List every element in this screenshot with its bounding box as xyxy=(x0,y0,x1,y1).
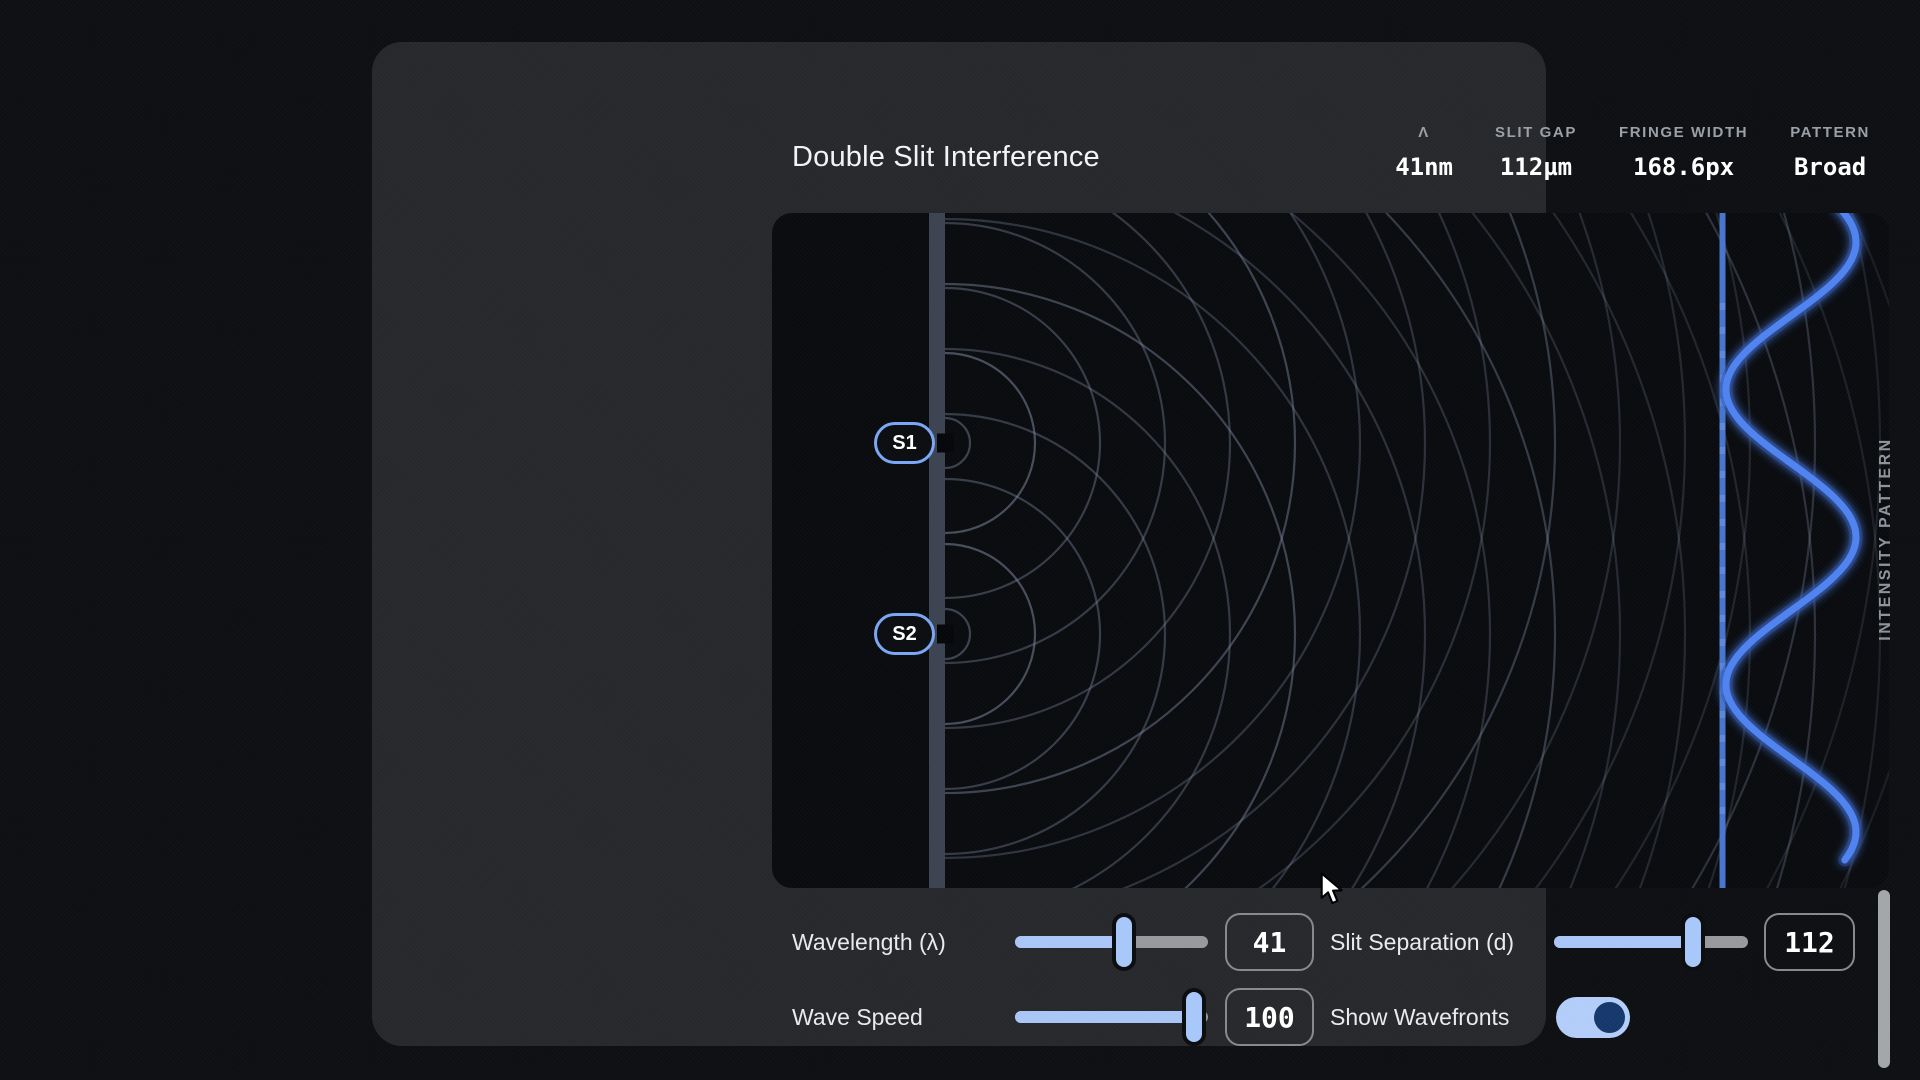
show-wavefronts-toggle-knob xyxy=(1594,1002,1625,1033)
stat-fringe-width-value: 168.6px xyxy=(1633,153,1734,181)
show-wavefronts-toggle[interactable] xyxy=(1556,997,1630,1038)
wave-speed-slider-thumb[interactable] xyxy=(1186,992,1202,1042)
stat-slit-gap-label: SLIT GAP xyxy=(1495,124,1577,141)
wavefront-circle xyxy=(772,213,1815,888)
intensity-pattern-label: INTENSITY PATTERN xyxy=(1877,437,1895,640)
stats-bar: Λ 41nm SLIT GAP 112µm FRINGE WIDTH 168.6… xyxy=(1372,124,1870,181)
wavefront-circle xyxy=(772,213,1490,888)
stat-wavelength-value: 41nm xyxy=(1395,153,1453,181)
stat-slit-gap: SLIT GAP 112µm xyxy=(1495,124,1577,181)
wavelength-slider-fill xyxy=(1015,936,1125,948)
show-wavefronts-label: Show Wavefronts xyxy=(1330,1003,1509,1031)
wavefront-circle xyxy=(772,213,1620,888)
simulation-canvas xyxy=(772,213,1889,888)
wavefront-circle xyxy=(772,213,1620,888)
wavefront-circle xyxy=(772,213,1555,888)
wavefront-circle xyxy=(772,213,1685,888)
stat-wavelength: Λ 41nm xyxy=(1395,124,1453,181)
barrier xyxy=(929,213,945,888)
stat-wavelength-label: Λ xyxy=(1418,124,1430,141)
wave-speed-slider-fill xyxy=(1015,1011,1201,1023)
wavefront-circle xyxy=(772,284,1295,888)
slit-separation-slider-track[interactable] xyxy=(1554,936,1748,948)
simulator-panel: Double Slit Interference Λ 41nm SLIT GAP… xyxy=(372,42,1546,1046)
slit-opening xyxy=(937,625,954,644)
wavefront-circle xyxy=(772,213,1230,728)
page-background: Double Slit Interference Λ 41nm SLIT GAP… xyxy=(0,0,1920,1080)
wavelength-value-box[interactable]: 41 xyxy=(1225,913,1314,971)
source-s2[interactable]: S2 xyxy=(874,613,935,655)
wavelength-label: Wavelength (λ) xyxy=(792,928,946,956)
wave-speed-slider[interactable] xyxy=(1015,992,1208,1042)
stat-pattern: PATTERN Broad xyxy=(1790,124,1870,181)
slit-separation-slider-fill xyxy=(1554,936,1697,948)
scrollbar-thumb[interactable] xyxy=(1878,890,1890,1068)
wavefront-circle xyxy=(772,213,1815,888)
wavelength-slider-track[interactable] xyxy=(1015,936,1208,948)
stat-slit-gap-value: 112µm xyxy=(1500,153,1572,181)
source-s1-label: S1 xyxy=(892,432,916,455)
wavefront-circle xyxy=(772,213,1295,793)
source-s1[interactable]: S1 xyxy=(874,422,935,464)
wave-visualization xyxy=(772,213,1889,888)
wave-speed-value-box[interactable]: 100 xyxy=(1225,988,1314,1046)
stat-pattern-label: PATTERN xyxy=(1790,124,1870,141)
slit-separation-slider[interactable] xyxy=(1554,917,1748,967)
page-title: Double Slit Interference xyxy=(792,141,1100,174)
slit-separation-value-box[interactable]: 112 xyxy=(1764,913,1855,971)
wavefront-circle xyxy=(772,213,1555,888)
slit-opening xyxy=(937,434,954,453)
wavelength-slider-thumb[interactable] xyxy=(1116,917,1132,967)
wave-speed-label: Wave Speed xyxy=(792,1003,923,1031)
source-s2-label: S2 xyxy=(892,623,916,646)
wavelength-slider[interactable] xyxy=(1015,917,1208,967)
wavefront-circle xyxy=(772,213,1425,888)
slit-separation-label: Slit Separation (d) xyxy=(1330,928,1514,956)
slit-separation-slider-thumb[interactable] xyxy=(1685,917,1701,967)
wavefront-circle xyxy=(772,213,1425,888)
stat-fringe-width: FRINGE WIDTH 168.6px xyxy=(1619,124,1748,181)
wavefront-circle xyxy=(772,349,1230,888)
wavefront-circle xyxy=(772,213,1685,888)
wavefront-circle xyxy=(772,213,1490,888)
wave-speed-slider-track[interactable] xyxy=(1015,1011,1208,1023)
stat-fringe-width-label: FRINGE WIDTH xyxy=(1619,124,1748,141)
stat-pattern-value: Broad xyxy=(1794,153,1866,181)
